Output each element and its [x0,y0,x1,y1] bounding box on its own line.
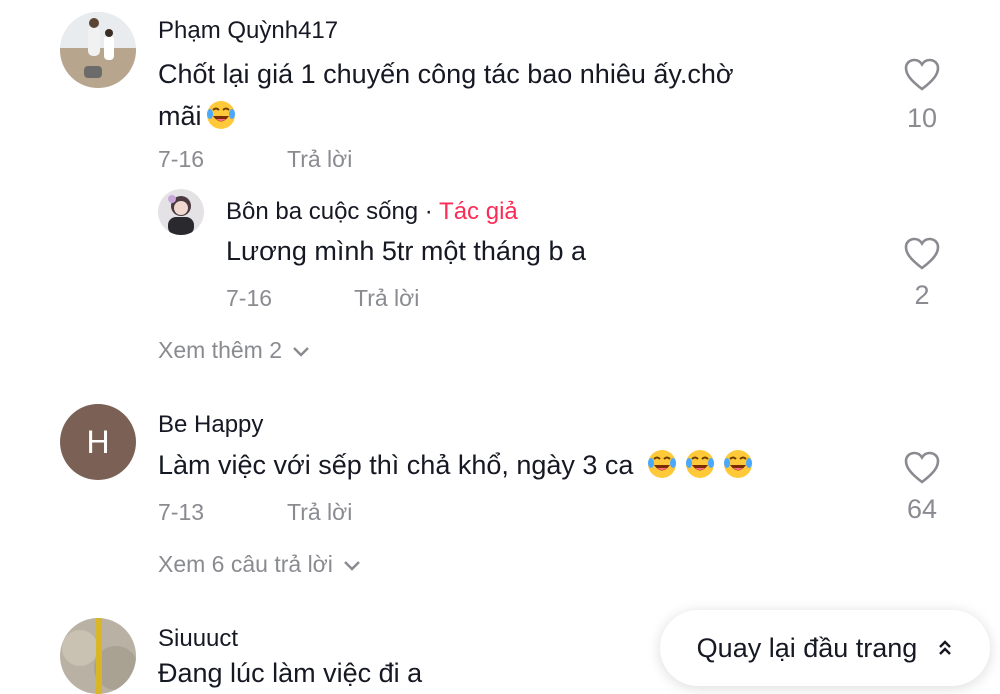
reply-date: 7-16 [226,285,273,311]
separator: · [418,198,440,225]
heart-icon [904,58,940,96]
reply-button[interactable]: Trả lời [287,499,352,526]
laughing-tears-emoji-icon [645,449,679,491]
chevron-down-icon [343,551,361,578]
like-count: 2 [914,280,930,310]
reply-button[interactable]: Trả lời [287,146,352,173]
double-chevron-up-icon [937,633,953,664]
avatar[interactable] [60,12,136,88]
heart-icon [904,237,940,275]
chevron-down-icon [292,337,310,364]
back-to-top-button[interactable]: Quay lại đầu trang [660,610,990,686]
like-button[interactable] [902,451,942,490]
like-button[interactable] [902,58,942,97]
laughing-tears-emoji-icon [206,100,236,142]
comment-text: Chốt lại giá 1 chuyến công tác bao nhiêu… [158,53,878,142]
comment-text: Đang lúc làm việc đi a [158,658,423,688]
view-more-replies[interactable]: Xem thêm 2 [158,337,310,364]
avatar[interactable] [60,618,136,694]
heart-icon [904,451,940,489]
comment-date: 7-13 [158,499,205,525]
author-badge: Tác giả [439,198,518,225]
comment-username[interactable]: Be Happy [158,411,263,439]
reply-username[interactable]: Bôn ba cuộc sống [226,198,418,225]
like-count: 10 [906,103,938,133]
reply-text: Lương mình 5tr một tháng b a [226,236,586,266]
back-to-top-label: Quay lại đầu trang [696,632,918,663]
like-count: 64 [906,494,938,524]
laughing-tears-emoji-icon [721,449,755,491]
avatar[interactable] [158,189,204,235]
view-more-replies[interactable]: Xem 6 câu trả lời [158,551,361,578]
avatar[interactable]: H [60,404,136,480]
avatar-letter: H [86,423,110,460]
comment-date: 7-16 [158,146,205,172]
laughing-tears-emoji-icon [683,449,717,491]
comment-username[interactable]: Siuuuct [158,625,238,653]
comment-username[interactable]: Phạm Quỳnh417 [158,17,338,45]
reply-username-line: Bôn ba cuộc sống · Tác giả [226,198,518,226]
comment-text: Làm việc với sếp thì chả khổ, ngày 3 ca [158,444,878,491]
like-button[interactable] [902,237,942,276]
reply-button[interactable]: Trả lời [354,285,419,312]
